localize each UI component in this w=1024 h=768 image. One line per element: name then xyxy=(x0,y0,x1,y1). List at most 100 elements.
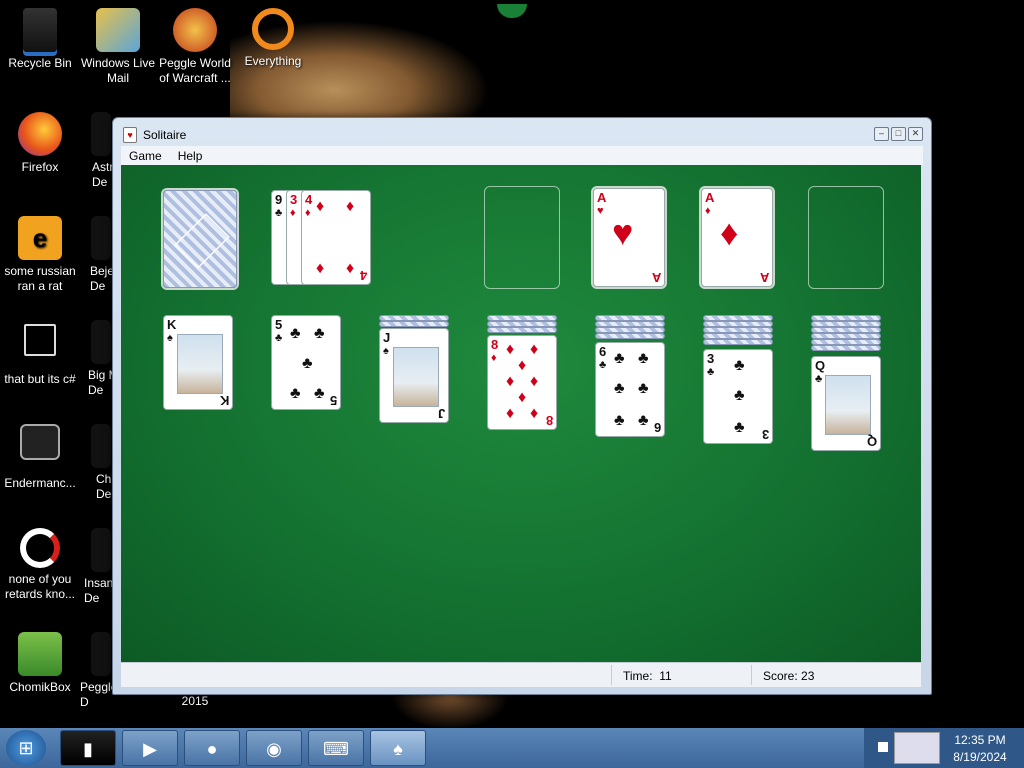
clock-date[interactable]: 8/19/2024 xyxy=(944,750,1016,764)
foundation-slot-2[interactable]: A ♥ ♥ A xyxy=(593,188,665,287)
status-divider xyxy=(751,665,752,685)
start-button[interactable]: ⊞ xyxy=(6,730,46,766)
mail-icon xyxy=(96,8,140,52)
taskbar-terminal-icon[interactable]: ▮ xyxy=(60,730,116,766)
card-suit: ♠ xyxy=(167,332,173,344)
card-pip: ♣ xyxy=(290,325,301,342)
taskbar-media-player-icon[interactable]: ▶ xyxy=(122,730,178,766)
tableau-4-top-card[interactable]: 8 ♦ ♦ ♦ ♦ ♦ ♦ ♦ ♦ ♦ 8 xyxy=(487,335,557,430)
card-pip: ♣ xyxy=(638,350,649,367)
app-icon xyxy=(20,424,60,460)
taskbar-keyboard-icon[interactable]: ⌨ xyxy=(308,730,364,766)
card-rank: 5 xyxy=(275,317,283,332)
solitaire-window: ♥ Solitaire – □ ✕ Game Help 9 ♣ 3 ♦ 4 ♦ … xyxy=(112,117,932,695)
heart-icon: ♥ xyxy=(612,212,634,253)
card-suit: ♦ xyxy=(491,352,497,364)
recycle-bin-icon xyxy=(23,8,57,52)
tableau-5-top-card[interactable]: 6 ♣ ♣ ♣ ♣ ♣ ♣ ♣ 6 xyxy=(595,342,665,437)
stock-pile[interactable] xyxy=(163,190,237,288)
face-card-art xyxy=(393,347,439,407)
status-divider xyxy=(611,665,612,685)
card-pip: ♣ xyxy=(734,419,745,436)
card-rank: Q xyxy=(866,434,877,449)
card-pip: ♦ xyxy=(506,405,515,422)
card-pip: ♦ xyxy=(530,405,539,422)
face-card-art xyxy=(825,375,871,435)
card-suit: ♣ xyxy=(815,373,823,385)
desktop-icon-that-but-csharp[interactable]: that but its c# xyxy=(0,320,80,387)
close-button[interactable]: ✕ xyxy=(908,127,923,141)
card-pip: ♣ xyxy=(614,412,625,429)
chomikbox-icon xyxy=(18,632,62,676)
card-rank: 5 xyxy=(329,393,337,408)
desktop-icon-none-of-you[interactable]: none of you retards kno... xyxy=(0,528,80,602)
app-icon xyxy=(91,424,111,468)
desktop-icon-endermanc[interactable]: Endermanc... xyxy=(0,424,80,491)
desktop-icon-label: 2015 xyxy=(181,694,209,708)
card-pip: ♣ xyxy=(614,350,625,367)
tableau-5-hidden-card xyxy=(595,333,665,339)
foundation-slot-4[interactable] xyxy=(808,186,884,289)
card-pip: ♣ xyxy=(314,325,325,342)
card-pip: ♦ xyxy=(316,198,325,215)
desktop-icon-label: that but its c# xyxy=(4,372,76,386)
waste-top-card[interactable]: 4 ♦ ♦ ♦ ♦ ♦ 4 xyxy=(301,190,371,285)
desktop-icon-everything[interactable]: Everything xyxy=(233,8,313,69)
tableau-1-top-card[interactable]: K ♠ K xyxy=(163,315,233,410)
taskbar-solitaire-icon[interactable]: ♠ xyxy=(370,730,426,766)
foundation-slot-1[interactable] xyxy=(484,186,560,289)
tableau-6-top-card[interactable]: 3 ♣ ♣ ♣ ♣ 3 xyxy=(703,349,773,444)
peggle-icon xyxy=(173,8,217,52)
clock-time[interactable]: 12:35 PM xyxy=(950,733,1010,747)
desktop-icon-label: Firefox xyxy=(21,160,59,174)
tableau-7-top-card[interactable]: Q ♣ Q xyxy=(811,356,881,451)
tableau-7-hidden-card xyxy=(811,345,881,351)
card-rank: 6 xyxy=(653,420,661,435)
card-suit: ♣ xyxy=(599,359,607,371)
peggle-icon xyxy=(91,632,111,676)
wallpaper-accent xyxy=(497,4,527,18)
tray-arrow-icon[interactable] xyxy=(878,742,888,752)
card-pip: ♦ xyxy=(518,357,527,374)
tableau-6-hidden-card xyxy=(703,339,773,345)
desktop-icon-recycle-bin[interactable]: Recycle Bin xyxy=(0,8,80,71)
card-rank: 6 xyxy=(599,344,607,359)
card-rank: Q xyxy=(815,358,826,373)
taskbar-globe-icon[interactable]: ● xyxy=(184,730,240,766)
taskbar-firefox-icon[interactable]: ◉ xyxy=(246,730,302,766)
maximize-button[interactable]: □ xyxy=(891,127,906,141)
tableau-2-top-card[interactable]: 5 ♣ ♣ ♣ ♣ ♣ ♣ 5 xyxy=(271,315,341,410)
title-bar[interactable]: ♥ Solitaire – □ ✕ xyxy=(113,118,931,146)
desktop-icon-label: Peggle World of Warcraft ... xyxy=(159,56,231,85)
app-icon xyxy=(91,216,111,260)
desktop-icon-label: Recycle Bin xyxy=(8,56,72,70)
card-pip: ♣ xyxy=(314,385,325,402)
desktop-icon-firefox[interactable]: Firefox xyxy=(0,112,80,175)
desktop-icon-russian-rat[interactable]: e some russian ran a rat xyxy=(0,216,80,294)
desktop-icon-windows-live-mail[interactable]: Windows Live Mail xyxy=(78,8,158,86)
card-back-ornament xyxy=(174,213,230,269)
desktop-icon-label: Windows Live Mail xyxy=(80,56,156,85)
app-icon xyxy=(91,528,111,572)
card-pip: ♦ xyxy=(530,373,539,390)
game-board: 9 ♣ 3 ♦ 4 ♦ ♦ ♦ ♦ ♦ 4 A ♥ ♥ A A ♦ ♦ A K … xyxy=(121,165,921,662)
desktop-icon-peggle-wow[interactable]: Peggle World of Warcraft ... xyxy=(155,8,235,86)
minimize-button[interactable]: – xyxy=(874,127,889,141)
tray-network-icon[interactable] xyxy=(894,732,940,764)
tableau-3-top-card[interactable]: J ♠ J xyxy=(379,328,449,423)
foundation-slot-3[interactable]: A ♦ ♦ A xyxy=(701,188,773,287)
solitaire-icon: ♥ xyxy=(123,127,137,143)
time-label: Time: xyxy=(623,669,653,683)
card-pip: ♦ xyxy=(346,198,355,215)
card-rank: 4 xyxy=(305,192,313,207)
desktop-icon-label: ChomikBox xyxy=(9,680,71,694)
desktop-icon-visual-studio[interactable]: 2015 xyxy=(155,694,235,709)
menu-game[interactable]: Game xyxy=(121,149,170,163)
desktop-icon-chomikbox[interactable]: ChomikBox xyxy=(0,632,80,695)
desktop-icon-label: Endermanc... xyxy=(4,476,76,490)
menu-help[interactable]: Help xyxy=(170,149,211,163)
card-rank: A xyxy=(759,270,769,285)
menu-bar: Game Help xyxy=(121,146,923,165)
tableau-4-hidden-card xyxy=(487,327,557,333)
window-controls: – □ ✕ xyxy=(874,127,923,141)
